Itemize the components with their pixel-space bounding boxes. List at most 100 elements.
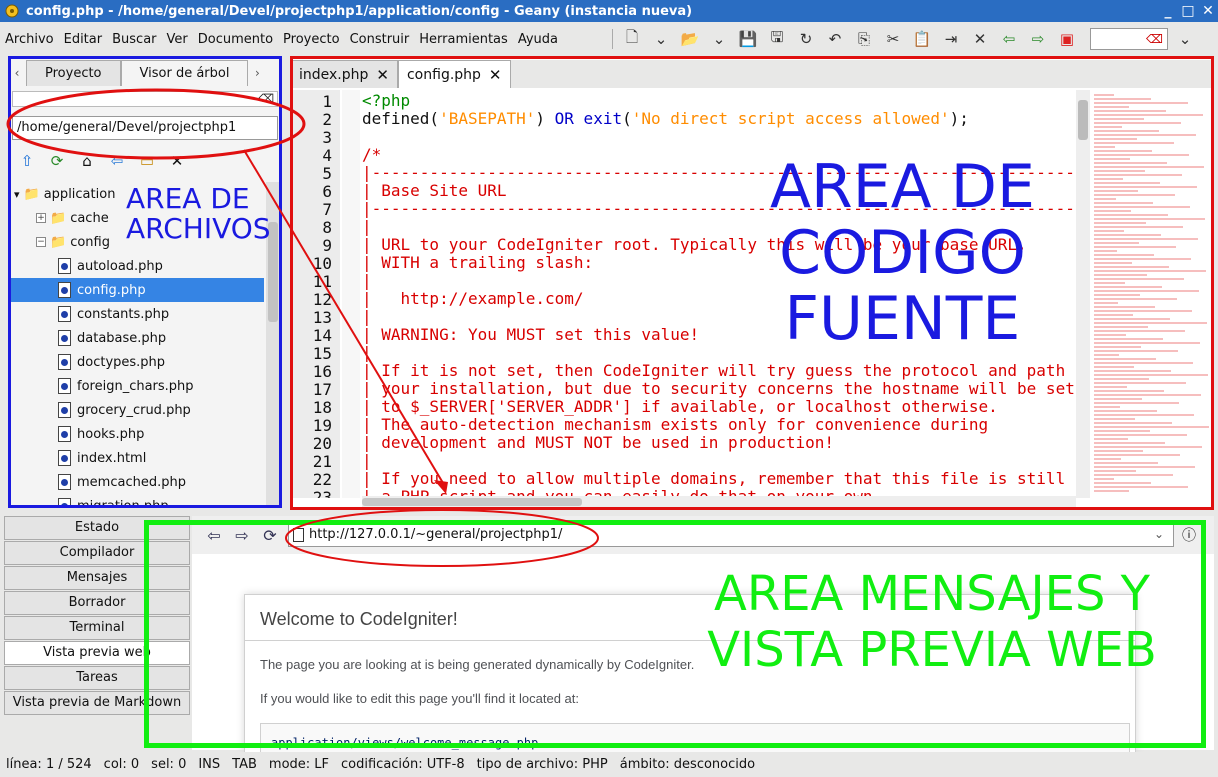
editor-vertical-scrollbar[interactable] [1076, 90, 1090, 498]
message-tab[interactable]: Terminal [4, 616, 190, 640]
code-minimap[interactable] [1090, 90, 1214, 506]
message-tab[interactable]: Estado [4, 516, 190, 540]
code-token: | [362, 217, 372, 236]
minimap-line [1094, 398, 1142, 400]
menu-buscar[interactable]: Buscar [107, 32, 161, 47]
message-tab[interactable]: Mensajes [4, 566, 190, 590]
tab-proyecto[interactable]: Proyecto [26, 60, 121, 86]
toolbar-overflow-chevron-icon[interactable]: ⌄ [1173, 27, 1197, 51]
tree-file[interactable]: migration.php [8, 494, 264, 506]
set-current-dir-icon[interactable]: ⇦ [108, 152, 126, 170]
save-all-icon[interactable]: 🖫 [765, 27, 789, 51]
tree-file[interactable]: index.html [8, 446, 264, 470]
message-tab[interactable]: Vista previa web [4, 641, 190, 665]
file-filter-input[interactable]: ⌫ [12, 91, 278, 107]
code-line: | [362, 218, 372, 236]
maximize-button[interactable]: □ [1178, 3, 1198, 19]
tree-file[interactable]: database.php [8, 326, 264, 350]
reload-icon[interactable]: ↻ [794, 27, 818, 51]
minimap-line [1094, 282, 1125, 284]
minimap-line [1094, 274, 1147, 276]
forward-icon[interactable]: ⇨ [1026, 27, 1050, 51]
web-url-input[interactable]: http://127.0.0.1/~general/projectphp1/ [288, 523, 1174, 547]
close-tab-icon[interactable]: ✕ [376, 66, 389, 84]
open-dropdown-chevron-icon[interactable]: ⌄ [707, 27, 731, 51]
menu-editar[interactable]: Editar [59, 32, 108, 47]
tab-index-php[interactable]: index.php ✕ [290, 60, 398, 88]
close-window-button[interactable]: ✕ [1198, 3, 1218, 19]
web-reload-icon[interactable]: ⟳ [256, 526, 284, 545]
geany-app-icon [4, 3, 20, 19]
tab-scroll-left-icon[interactable]: ‹ [8, 60, 26, 86]
tree-file[interactable]: grocery_crud.php [8, 398, 264, 422]
close-tab-icon[interactable]: ✕ [489, 66, 502, 84]
clear-icon[interactable]: ✕ [168, 152, 186, 170]
tree-file[interactable]: constants.php [8, 302, 264, 326]
menu-proyecto[interactable]: Proyecto [278, 32, 345, 47]
menu-archivo[interactable]: Archivo [0, 32, 59, 47]
web-forward-icon[interactable]: ⇨ [228, 526, 256, 545]
message-tab[interactable]: Vista previa de Markdown [4, 691, 190, 715]
menu-construir[interactable]: Construir [345, 32, 415, 47]
menu-documento[interactable]: Documento [193, 32, 278, 47]
minimap-line [1094, 278, 1184, 280]
menu-ver[interactable]: Ver [162, 32, 193, 47]
home-icon[interactable]: ⌂ [78, 152, 96, 170]
file-browser-pane: ‹ Proyecto Visor de árbol › ⌫ /home/gene… [8, 56, 282, 508]
new-file-icon[interactable]: 🗋 [620, 27, 644, 51]
message-tab[interactable]: Borrador [4, 591, 190, 615]
editor-horizontal-scrollbar[interactable] [362, 496, 1076, 508]
expander-icon[interactable]: ▾ [14, 188, 20, 201]
open-file-icon[interactable]: 📂 [678, 27, 702, 51]
tab-visor-de-arbol[interactable]: Visor de árbol [120, 60, 249, 86]
copy-icon[interactable]: ⎘ [852, 27, 876, 51]
tree-file[interactable]: foreign_chars.php [8, 374, 264, 398]
tab-config-php[interactable]: config.php ✕ [397, 60, 511, 88]
message-tab[interactable]: Compilador [4, 541, 190, 565]
open-folder-icon[interactable]: ▭ [138, 152, 156, 170]
tree-file[interactable]: memcached.php [8, 470, 264, 494]
color-chooser-icon[interactable]: ▣ [1055, 27, 1079, 51]
file-icon [58, 402, 71, 418]
paste-icon[interactable]: 📋 [910, 27, 934, 51]
tab-scroll-right-icon[interactable]: › [248, 60, 266, 86]
menu-ayuda[interactable]: Ayuda [513, 32, 563, 47]
minimap-line [1094, 234, 1161, 236]
minimap-line [1094, 434, 1187, 436]
tree-file[interactable]: hooks.php [8, 422, 264, 446]
minimap-line [1094, 462, 1158, 464]
new-dropdown-chevron-icon[interactable]: ⌄ [649, 27, 673, 51]
menu-herramientas[interactable]: Herramientas [414, 32, 513, 47]
close-file-icon[interactable]: ✕ [968, 27, 992, 51]
web-info-icon[interactable]: ⓘ [1182, 525, 1196, 545]
minimap-line [1094, 334, 1126, 336]
undo-icon[interactable]: ↶ [823, 27, 847, 51]
minimap-line [1094, 262, 1132, 264]
editor-h-scroll-thumb[interactable] [362, 498, 582, 506]
save-icon[interactable]: 💾 [736, 27, 760, 51]
editor-v-scroll-thumb[interactable] [1078, 100, 1088, 140]
fold-margin[interactable] [342, 90, 360, 498]
expander-icon[interactable]: − [36, 237, 46, 247]
minimap-line [1094, 286, 1162, 288]
clear-filter-icon[interactable]: ⌫ [258, 92, 274, 105]
clear-search-icon[interactable]: ⌫ [1146, 32, 1163, 46]
tree-file[interactable]: config.php [8, 278, 264, 302]
web-back-icon[interactable]: ⇦ [200, 526, 228, 545]
indent-icon[interactable]: ⇥ [939, 27, 963, 51]
go-up-icon[interactable]: ⇧ [18, 152, 36, 170]
cut-icon[interactable]: ✂ [881, 27, 905, 51]
back-icon[interactable]: ⇦ [997, 27, 1021, 51]
tree-file[interactable]: doctypes.php [8, 350, 264, 374]
code-token: | Base Site URL [362, 181, 507, 200]
expander-icon[interactable]: + [36, 213, 46, 223]
line-number: 22 [312, 470, 332, 489]
toolbar-search-input[interactable]: ⌫ [1090, 28, 1168, 50]
refresh-icon[interactable]: ⟳ [48, 152, 66, 170]
url-dropdown-chevron-icon[interactable]: ⌄ [1154, 527, 1164, 541]
message-tab[interactable]: Tareas [4, 666, 190, 690]
tree-file[interactable]: autoload.php [8, 254, 264, 278]
current-path-input[interactable]: /home/general/Devel/projectphp1 [12, 116, 278, 140]
tree-item-label: database.php [77, 330, 167, 346]
minimize-button[interactable]: _ [1158, 3, 1178, 19]
